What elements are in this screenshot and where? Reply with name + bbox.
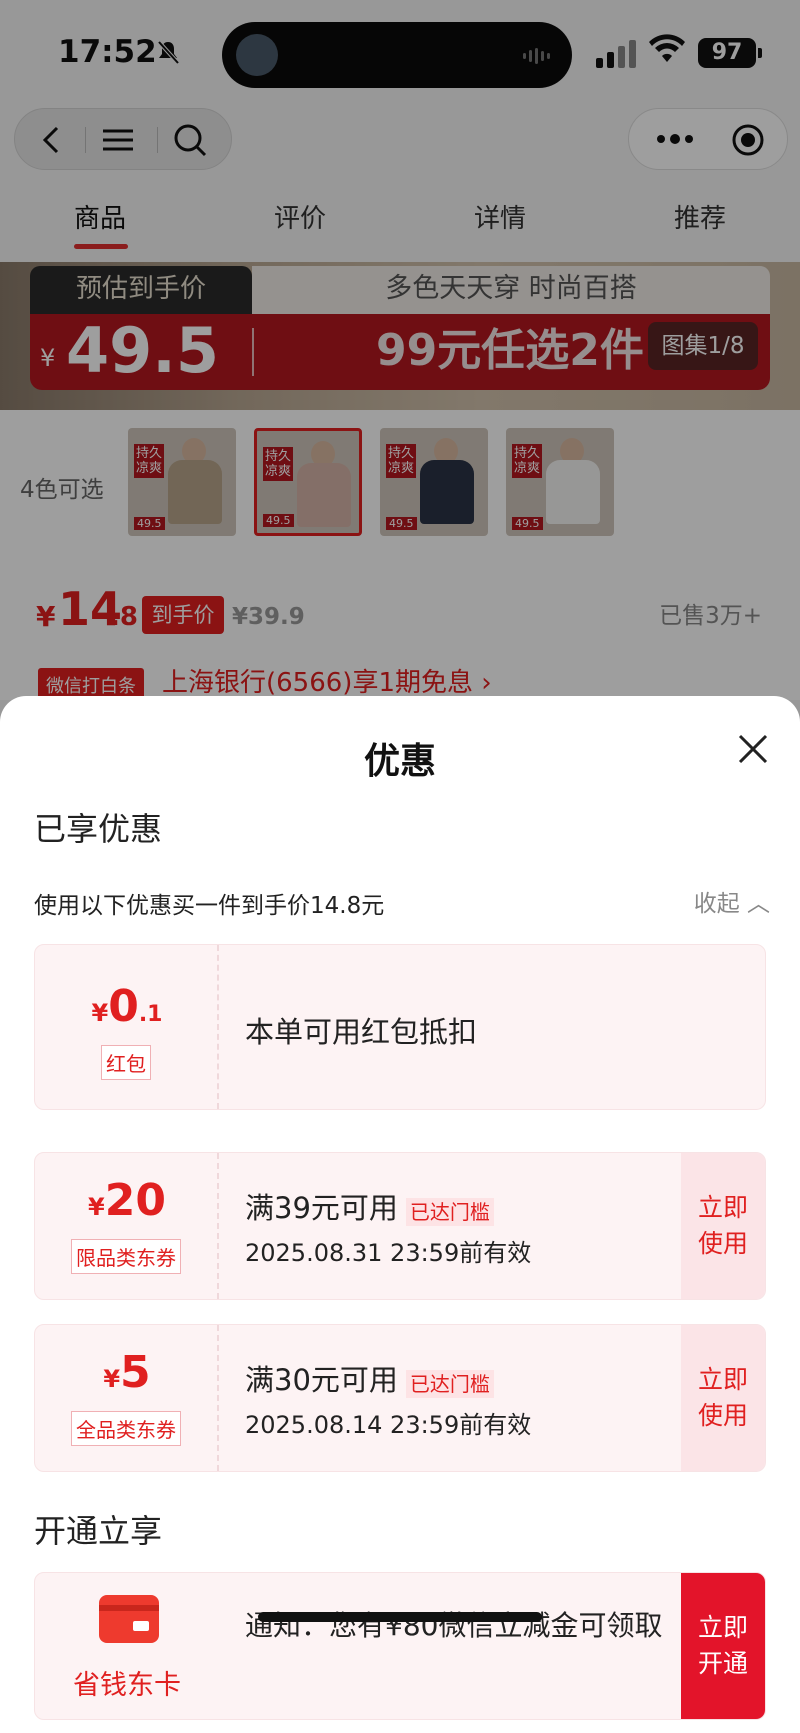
card-amount-area: 省钱东卡	[35, 1573, 219, 1719]
open-benefits-title: 开通立享	[34, 1512, 163, 1550]
coupon-condition: 满39元可用 已达门槛	[245, 1185, 494, 1227]
bank-card-icon	[99, 1595, 159, 1643]
use-coupon-button[interactable]: 立即使用	[681, 1325, 765, 1471]
sheet-title: 优惠	[363, 741, 436, 782]
activate-button[interactable]: 立即开通	[681, 1573, 765, 1719]
collapse-button[interactable]: 收起 ︿	[694, 884, 770, 918]
threshold-reached-badge: 已达门槛	[405, 1369, 494, 1398]
card-amount-area: ¥5 全品类东券	[35, 1325, 219, 1471]
discount-type-tag: 限品类东券	[71, 1239, 181, 1274]
discount-amount: ¥5	[103, 1347, 151, 1398]
product-page: 17:52 97 商品 评价 详情 推荐 预估到手价 多色天天穿 时尚百搭 ¥ …	[0, 0, 800, 1733]
discount-type-tag: 全品类东券	[71, 1411, 181, 1446]
savings-card-offer: 省钱东卡 通知：您有¥80微信立减金可领取 立即开通	[34, 1572, 766, 1720]
discount-amount: ¥0.1	[91, 981, 163, 1032]
enjoyed-discounts-title: 已享优惠	[34, 810, 163, 848]
coupon-expiry: 2025.08.14 23:59前有效	[245, 1411, 532, 1439]
coupon-condition: 满30元可用 已达门槛	[245, 1357, 494, 1399]
savings-card-name: 省钱东卡	[73, 1670, 181, 1701]
coupon-card: ¥20 限品类东券 满39元可用 已达门槛 2025.08.31 23:59前有效…	[34, 1152, 766, 1300]
card-description: 本单可用红包抵扣	[245, 1015, 478, 1049]
card-amount-area: ¥20 限品类东券	[35, 1153, 219, 1299]
red-packet-card: ¥0.1 红包 本单可用红包抵扣	[34, 944, 766, 1110]
discount-sheet: 优惠 已享优惠 使用以下优惠买一件到手价14.8元 收起 ︿ ¥0.1 红包 本…	[0, 696, 800, 1733]
discount-description: 使用以下优惠买一件到手价14.8元	[34, 893, 385, 919]
close-icon[interactable]	[736, 732, 770, 766]
use-coupon-button[interactable]: 立即使用	[681, 1153, 765, 1299]
discount-amount: ¥20	[88, 1175, 166, 1226]
card-amount-area: ¥0.1 红包	[35, 945, 219, 1109]
notice-text: 通知：您有¥80微信立减金可领取	[245, 1609, 663, 1642]
coupon-expiry: 2025.08.31 23:59前有效	[245, 1239, 532, 1267]
threshold-reached-badge: 已达门槛	[405, 1197, 494, 1226]
discount-type-tag: 红包	[101, 1045, 151, 1080]
home-indicator[interactable]	[258, 1612, 542, 1622]
coupon-card: ¥5 全品类东券 满30元可用 已达门槛 2025.08.14 23:59前有效 …	[34, 1324, 766, 1472]
